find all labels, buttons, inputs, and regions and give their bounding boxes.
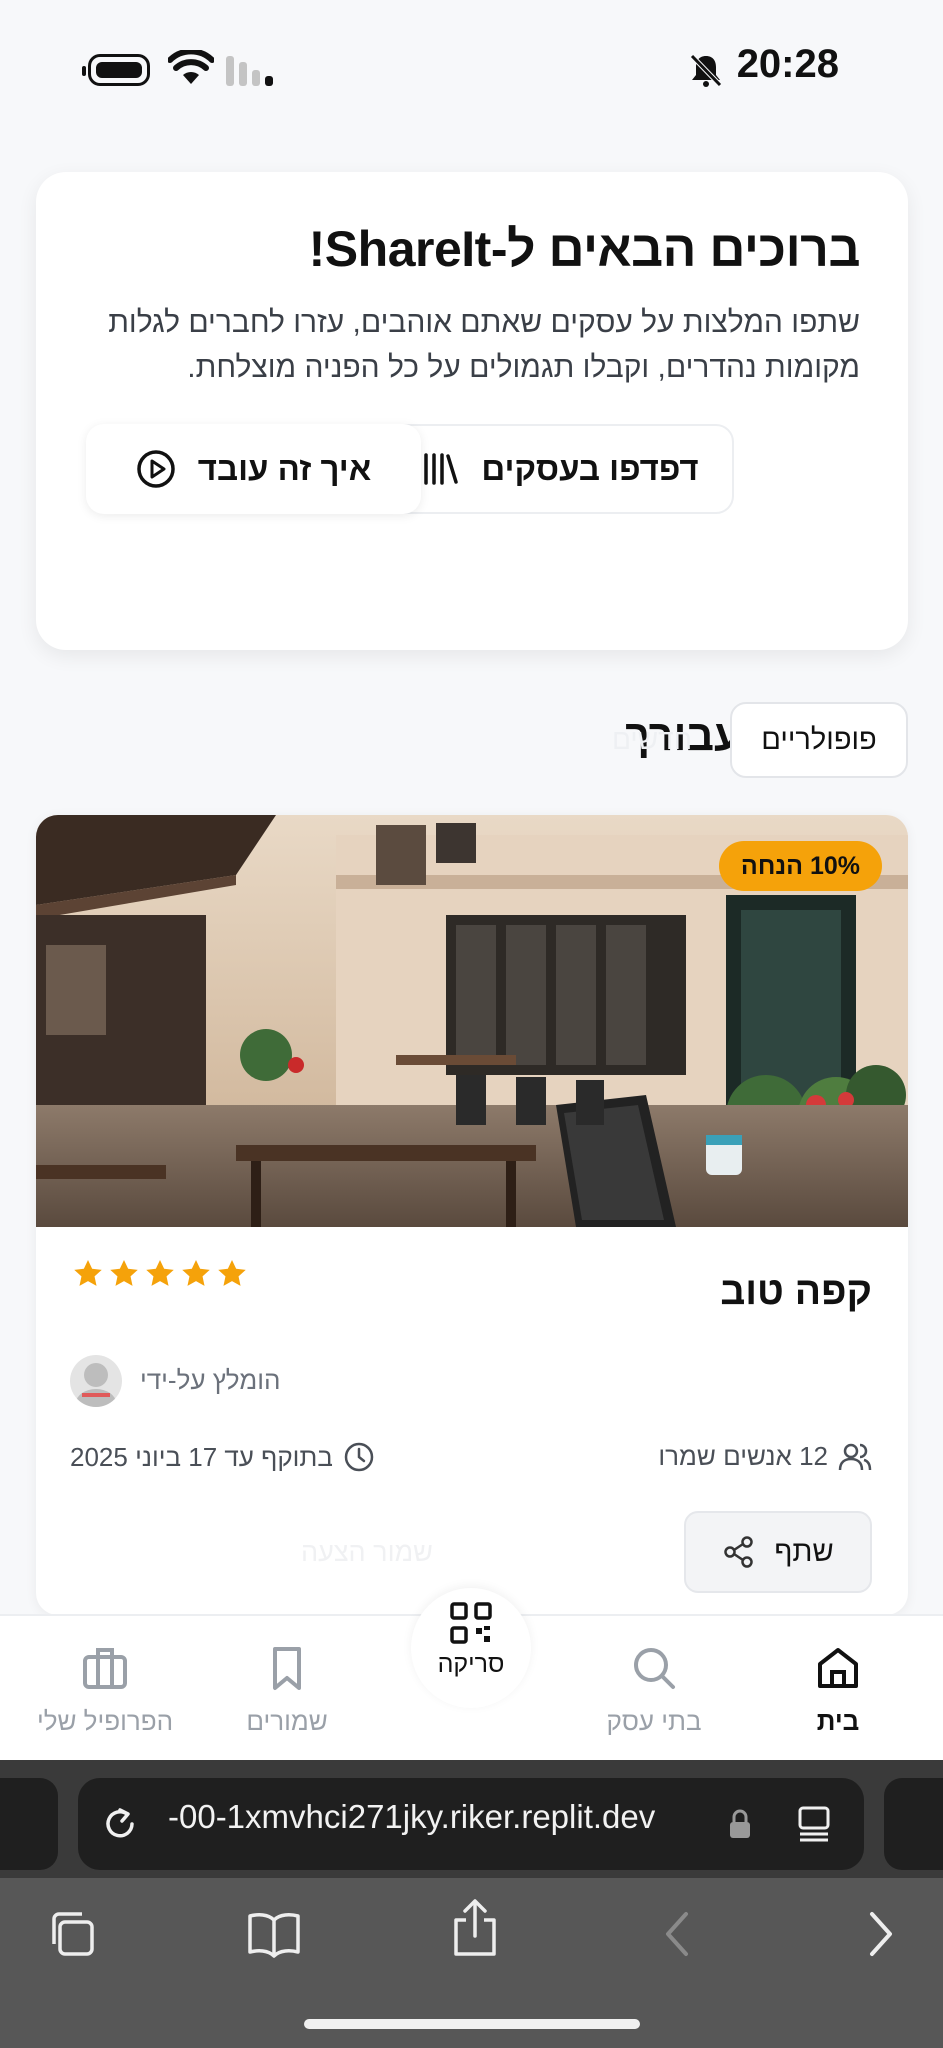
library-icon [424, 453, 459, 485]
nav-businesses[interactable]: בתי עסק [564, 1644, 744, 1737]
browser-address-area: -00-1xmvhci271jky.riker.replit.dev [0, 1760, 943, 1878]
recommended-by-label: הומלץ על-ידי [140, 1365, 281, 1395]
how-it-works-button[interactable]: איך זה עובד [86, 424, 421, 514]
back-icon[interactable] [660, 1908, 692, 1960]
address-bar[interactable]: -00-1xmvhci271jky.riker.replit.dev [78, 1778, 864, 1870]
briefcase-icon [83, 1648, 127, 1689]
save-offer-button[interactable]: שמור הצעה [301, 1537, 433, 1568]
url-text[interactable]: -00-1xmvhci271jky.riker.replit.dev [168, 1798, 728, 1836]
saved-count-label: 12 אנשים שמרו [658, 1441, 828, 1471]
status-bar: 20:28 [0, 0, 943, 140]
battery-icon [82, 54, 150, 86]
reload-icon[interactable] [100, 1804, 140, 1844]
home-indicator[interactable] [304, 2019, 640, 2029]
bell-muted-icon [690, 54, 722, 87]
tab-new[interactable]: חדשים [612, 724, 692, 756]
welcome-title: ברוכים הבאים ל-ShareIt! [308, 221, 861, 277]
qr-code-icon [450, 1602, 492, 1644]
clock: 20:28 [736, 42, 839, 86]
next-tab[interactable] [884, 1778, 943, 1870]
browse-businesses-label: דפדפו בעסקים [481, 450, 699, 487]
saved-count: 12 אנשים שמרו [658, 1441, 872, 1472]
valid-until: בתוקף עד 17 ביוני 2025 [70, 1441, 375, 1473]
nav-home-label: בית [816, 1706, 860, 1736]
share-label: שתף [774, 1535, 834, 1568]
star-icon [110, 1260, 138, 1286]
tabs-icon[interactable] [46, 1908, 98, 1960]
share-icon [724, 1536, 754, 1568]
clock-icon [344, 1442, 374, 1472]
valid-until-label: בתוקף עד 17 ביוני 2025 [70, 1441, 333, 1472]
share-button[interactable]: שתף [684, 1511, 872, 1593]
home-icon [818, 1648, 858, 1688]
previous-tab[interactable] [0, 1778, 58, 1870]
wifi-icon [168, 50, 214, 84]
nav-saved-label: שמורים [246, 1706, 328, 1736]
scan-button[interactable]: סריקה [411, 1588, 531, 1708]
search-icon [634, 1648, 675, 1689]
star-icon [146, 1260, 174, 1286]
rating-stars [72, 1258, 248, 1290]
nav-profile[interactable]: הפרופיל שלי [15, 1644, 195, 1737]
nav-home[interactable]: בית [748, 1644, 928, 1737]
forward-icon[interactable] [866, 1908, 898, 1960]
how-it-works-label: איך זה עובד [197, 450, 372, 487]
nav-profile-label: הפרופיל שלי [36, 1706, 174, 1736]
bookmarks-icon[interactable] [246, 1908, 302, 1960]
nav-businesses-label: בתי עסק [606, 1706, 702, 1736]
scan-label: סריקה [437, 1650, 505, 1678]
welcome-description: שתפו המלצות על עסקים שאתם אוהבים, עזרו ל… [108, 306, 860, 384]
share-page-icon[interactable] [450, 1898, 500, 1958]
business-card[interactable]: 10% הנחה קפה טוב הומלץ על-ידי 12 אנשים ש… [36, 815, 908, 1615]
browse-businesses-button[interactable]: דפדפו בעסקים [388, 424, 734, 514]
signal-icon [226, 56, 273, 86]
browser-chrome: -00-1xmvhci271jky.riker.replit.dev [0, 1760, 943, 2048]
business-name: קפה טוב [720, 1270, 872, 1313]
discount-badge: 10% הנחה [718, 841, 882, 891]
star-icon [74, 1260, 102, 1286]
bookmark-icon [273, 1647, 301, 1690]
lock-icon [730, 1809, 750, 1838]
users-icon [838, 1443, 872, 1470]
star-icon [218, 1260, 246, 1286]
play-circle-icon [136, 450, 175, 488]
recommender-avatar[interactable] [70, 1355, 122, 1407]
welcome-card: ברוכים הבאים ל-ShareIt! שתפו המלצות על ע… [36, 172, 908, 650]
tab-popular[interactable]: פופולריים [730, 702, 908, 778]
nav-saved[interactable]: שמורים [197, 1644, 377, 1737]
reader-icon[interactable] [794, 1804, 834, 1844]
star-icon [182, 1260, 210, 1286]
